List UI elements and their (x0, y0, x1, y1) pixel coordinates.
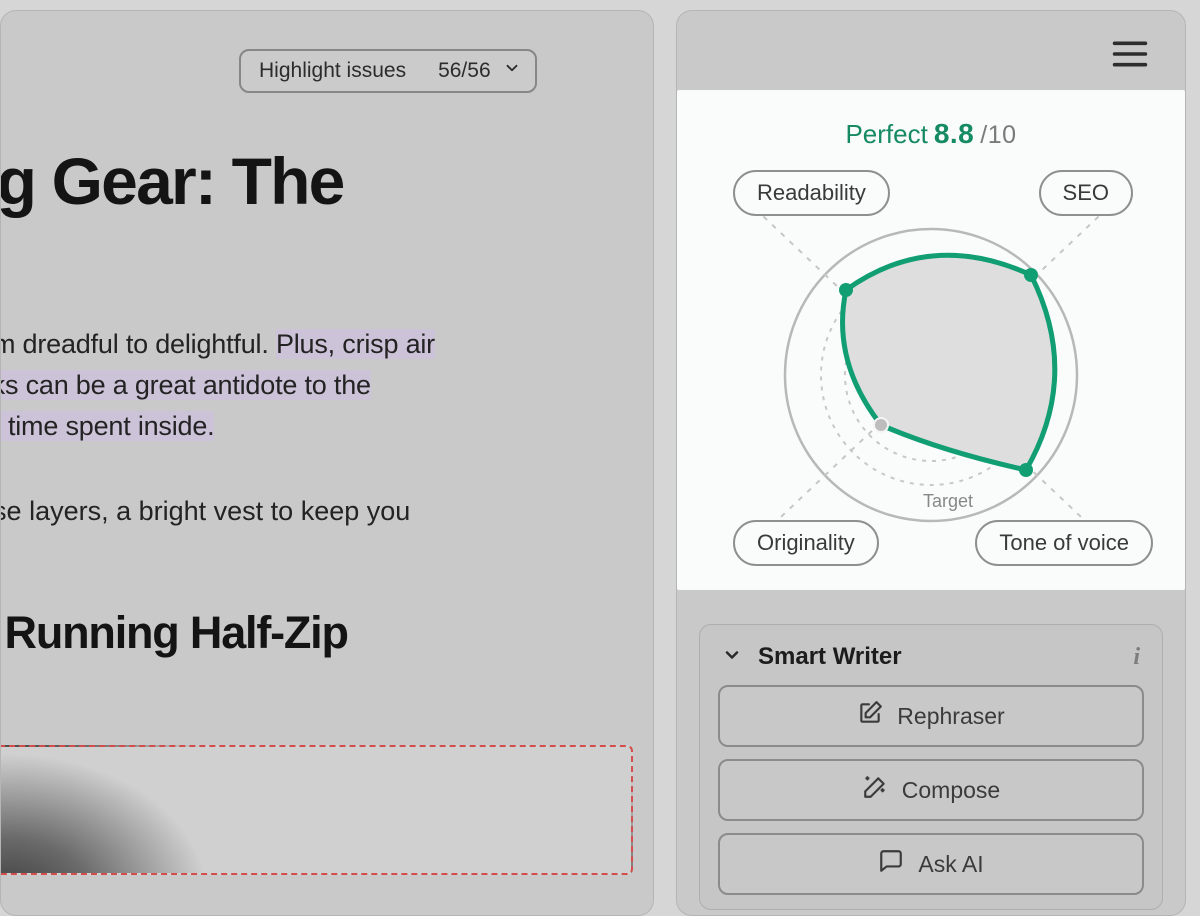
highlight-span[interactable]: Plus, crisp air (276, 329, 435, 359)
chip-originality[interactable]: Originality (733, 520, 879, 566)
score-card: Perfect 8.8/10 (677, 90, 1185, 590)
edit-icon (857, 700, 883, 732)
compose-button[interactable]: Compose (718, 759, 1144, 821)
radar-chart: Readability SEO Originality Tone of voic… (701, 168, 1161, 568)
highlight-issues-dropdown[interactable]: Highlight issues 56/56 (239, 49, 537, 93)
ask-ai-button[interactable]: Ask AI (718, 833, 1144, 895)
magic-wand-icon (862, 774, 888, 806)
paragraph-2: orite base layers, a bright vest to keep… (0, 491, 653, 532)
chevron-down-icon (503, 59, 521, 83)
rephraser-button[interactable]: Rephraser (718, 685, 1144, 747)
paragraph-1: n go from dreadful to delightful. Plus, … (0, 324, 653, 447)
target-label: Target (923, 491, 973, 512)
highlight-span[interactable]: sneaks can be a great antidote to the (0, 370, 371, 400)
document-body[interactable]: ning Gear: The n go from dreadful to del… (0, 39, 653, 875)
highlight-issues-count: 56/56 (438, 59, 491, 83)
sidebar-panel: Perfect 8.8/10 (676, 10, 1186, 916)
editor-panel: Highlight issues 56/56 ning Gear: The n … (0, 10, 654, 916)
chip-seo[interactable]: SEO (1039, 170, 1133, 216)
info-icon[interactable]: i (1133, 644, 1140, 671)
menu-icon[interactable] (1111, 39, 1149, 74)
chevron-down-icon[interactable] (722, 645, 742, 670)
image-placeholder-broken[interactable] (0, 745, 633, 875)
overall-score: Perfect 8.8/10 (845, 118, 1016, 150)
smart-writer-title: Smart Writer (758, 643, 902, 671)
subheading: rmal Running Half-Zip n's) (0, 608, 653, 709)
document-title: ning Gear: The (0, 147, 653, 216)
highlight-span[interactable]: more time spent inside. (0, 411, 214, 441)
highlight-issues-label: Highlight issues (259, 59, 406, 83)
smart-writer-panel: Smart Writer i Rephraser Compose Ask AI (699, 624, 1163, 910)
chip-readability[interactable]: Readability (733, 170, 890, 216)
chat-icon (878, 848, 904, 880)
chip-tone-of-voice[interactable]: Tone of voice (975, 520, 1153, 566)
